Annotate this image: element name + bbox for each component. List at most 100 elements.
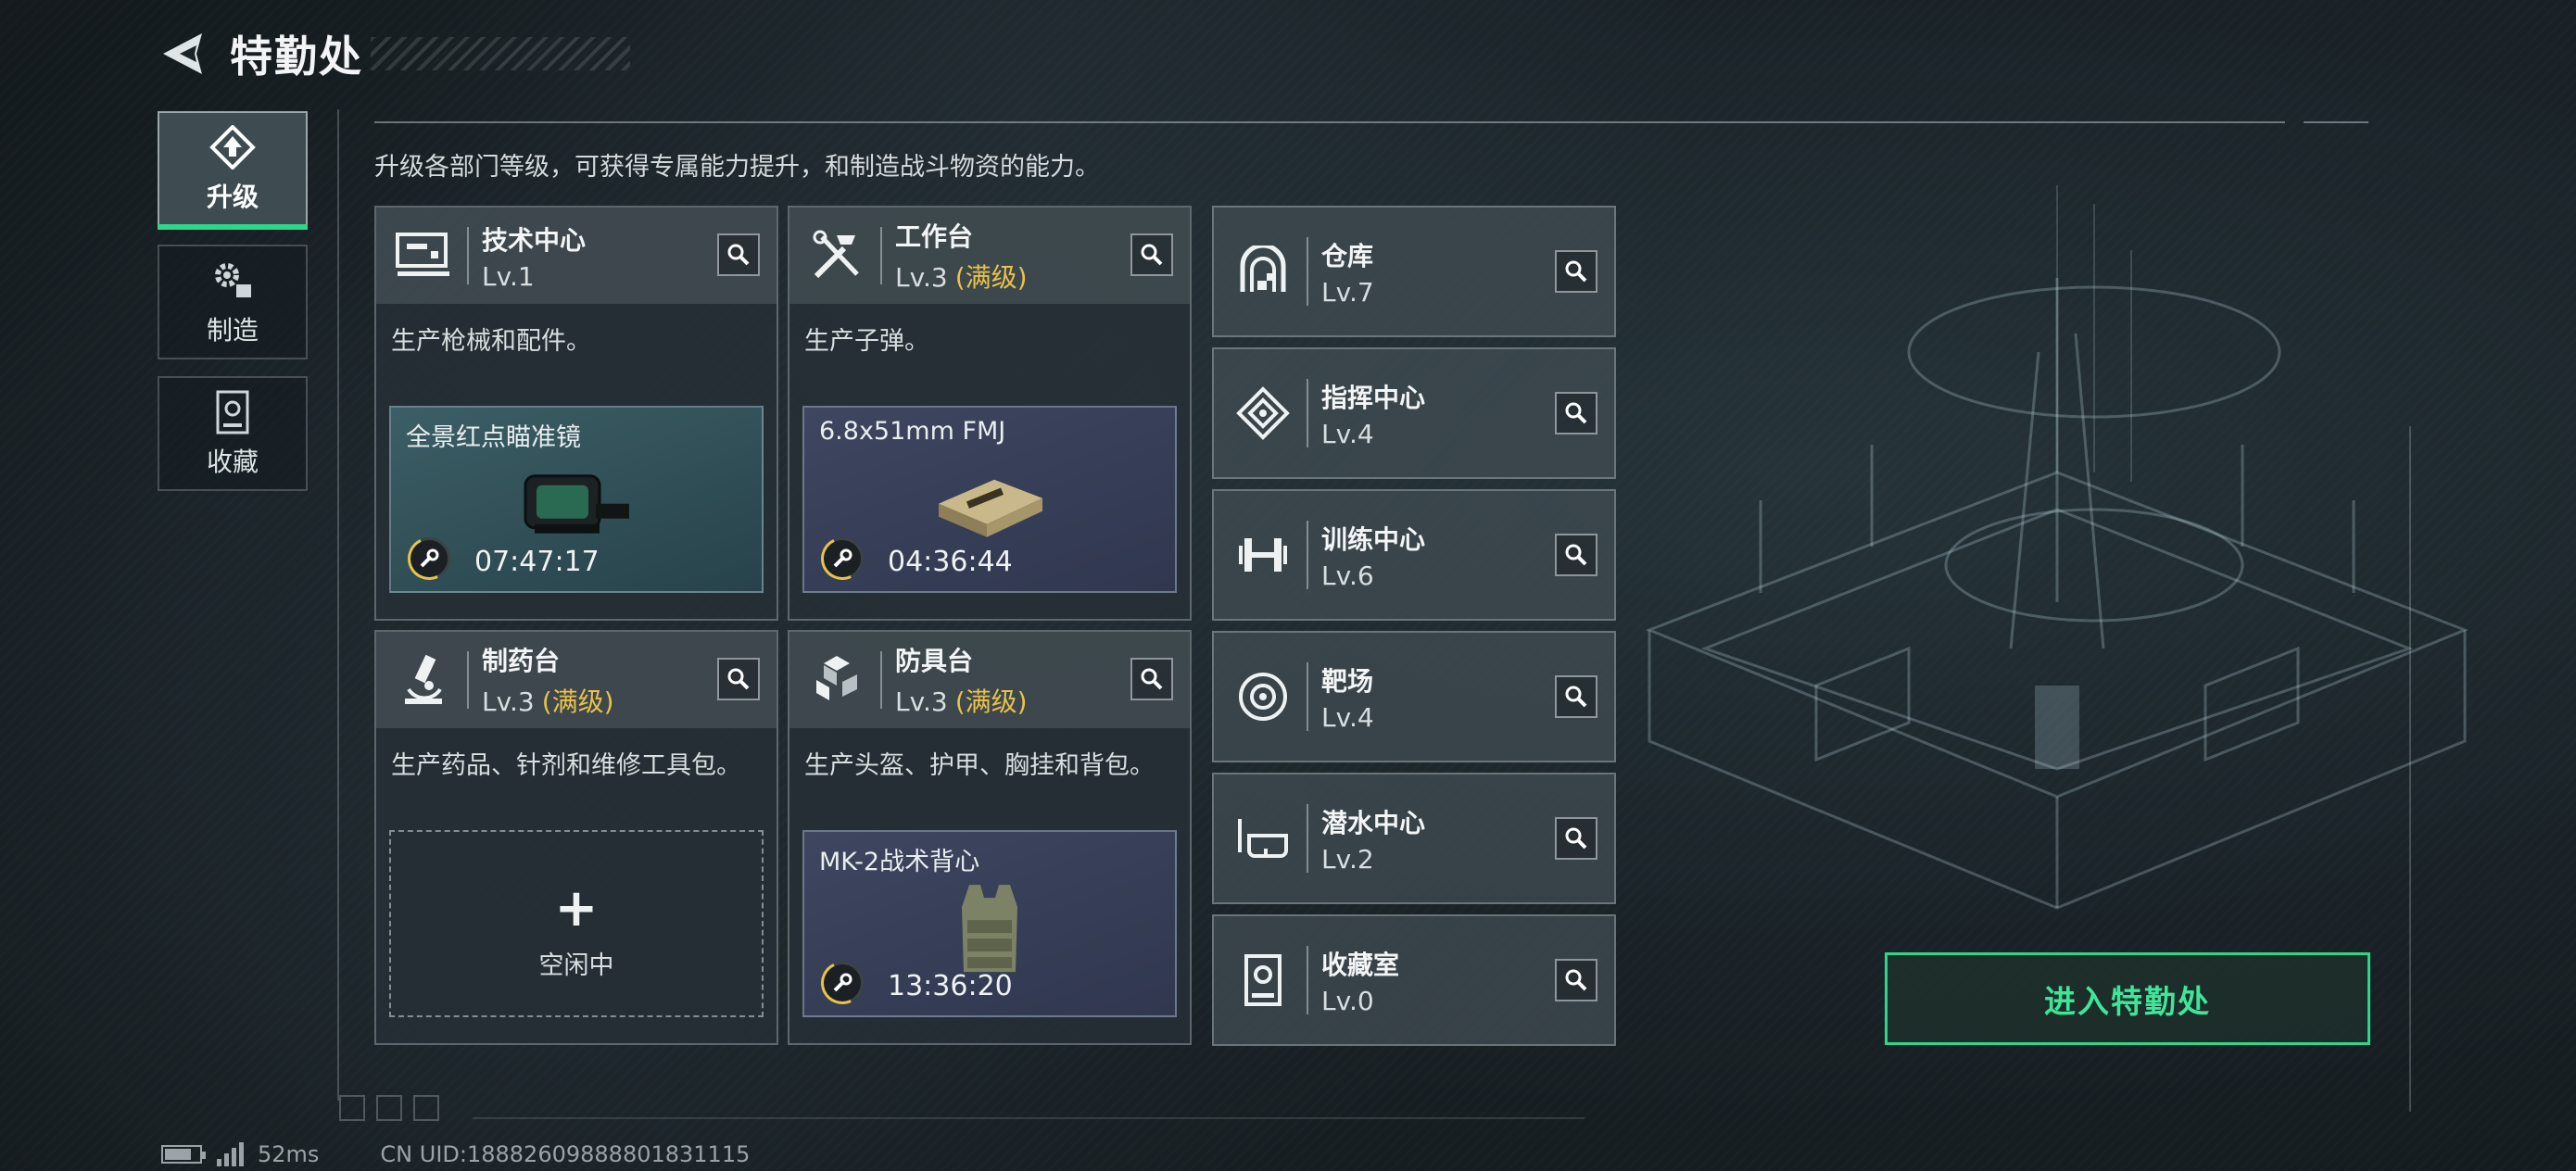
card-header: 制药台 Lv.3 (满级) (376, 632, 777, 728)
facility-card-diving-center[interactable]: 潜水中心 Lv.2 (1212, 773, 1616, 904)
facility-description: 生产枪械和配件。 (391, 327, 591, 356)
facility-level: Lv.4 (1321, 418, 1374, 449)
facility-level: Lv.1 (482, 260, 535, 292)
header-separator (880, 227, 882, 284)
diving-mask-icon (1229, 804, 1297, 873)
back-button[interactable] (158, 30, 206, 78)
inspect-button[interactable] (1555, 817, 1597, 860)
decor-square (413, 1095, 439, 1121)
inspect-button[interactable] (717, 233, 760, 276)
right-frame-line (2409, 426, 2411, 1112)
facility-card-training-center[interactable]: 训练中心 Lv.6 (1212, 489, 1616, 621)
command-icon (1229, 379, 1297, 447)
inspect-button[interactable] (1130, 233, 1173, 276)
production-timer: 13:36:20 (888, 970, 1013, 1002)
wrench-progress-icon (408, 537, 450, 580)
header-separator (1307, 662, 1308, 731)
header-separator (1307, 237, 1308, 306)
decor-square (339, 1095, 365, 1121)
search-icon (1141, 668, 1163, 690)
inspect-button[interactable] (1555, 959, 1597, 1001)
facility-description: 生产头盔、护甲、胸挂和背包。 (804, 751, 1155, 780)
ammo-box-icon (929, 467, 1050, 545)
facility-card-command-center[interactable]: 指挥中心 Lv.4 (1212, 347, 1616, 479)
production-slot[interactable]: 6.8x51mm FMJ 04:36:44 (802, 406, 1177, 593)
enter-button-label: 进入特勤处 (2044, 983, 2211, 1021)
signal-icon (217, 1142, 244, 1166)
header-separator (880, 651, 882, 709)
decor-square (376, 1095, 402, 1121)
facility-card-tech-center: 技术中心 Lv.1 生产枪械和配件。 全景红点瞄准镜 07:47:17 (374, 206, 778, 621)
back-arrow-icon (163, 33, 202, 74)
inspect-button[interactable] (1555, 392, 1597, 434)
search-icon (1141, 244, 1163, 266)
header-separator (467, 651, 469, 709)
header-separator (1307, 946, 1308, 1014)
search-icon (727, 668, 750, 690)
item-name: 6.8x51mm FMJ (819, 417, 1006, 446)
inspect-button[interactable] (1555, 534, 1597, 576)
facility-level: Lv.3 (满级) (482, 686, 614, 717)
facility-card-collection-room[interactable]: 收藏室 Lv.0 (1212, 914, 1616, 1046)
page-title: 特勤处 (230, 31, 363, 82)
collection-icon (214, 388, 251, 436)
search-icon (1565, 260, 1587, 283)
red-dot-sight-icon (516, 467, 637, 545)
facility-card-workbench: 工作台 Lv.3 (满级) 生产子弹。 6.8x51mm FMJ 04:36:44 (788, 206, 1192, 621)
card-header: 防具台 Lv.3 (满级) (789, 632, 1190, 728)
production-slot[interactable]: 全景红点瞄准镜 07:47:17 (389, 406, 764, 593)
production-timer: 07:47:17 (474, 546, 600, 578)
facility-level: Lv.6 (1321, 560, 1374, 591)
microscope-icon (389, 646, 458, 714)
item-name: 全景红点瞄准镜 (406, 423, 581, 452)
tab-craft[interactable]: 制造 (158, 245, 308, 359)
upgrade-icon (208, 123, 257, 171)
facility-level: Lv.4 (1321, 701, 1374, 733)
dumbbell-icon (1229, 521, 1297, 589)
tab-upgrade[interactable]: 升级 (158, 111, 308, 230)
production-timer: 04:36:44 (888, 546, 1013, 578)
search-icon (1565, 686, 1587, 708)
target-icon (1229, 662, 1297, 731)
facility-name: 指挥中心 (1321, 382, 1426, 413)
facility-card-shooting-range[interactable]: 靶场 Lv.4 (1212, 631, 1616, 762)
inspect-button[interactable] (1130, 658, 1173, 700)
inspect-button[interactable] (1555, 250, 1597, 293)
search-icon (727, 244, 750, 266)
facility-level: Lv.3 (满级) (895, 686, 1028, 717)
empty-production-slot[interactable]: + 空闲中 (389, 830, 764, 1017)
add-icon: + (554, 878, 599, 938)
inspect-button[interactable] (1555, 675, 1597, 718)
battery-icon (161, 1145, 206, 1164)
wrench-progress-icon (821, 537, 864, 580)
production-slot[interactable]: MK-2战术背心 13:36:20 (802, 830, 1177, 1017)
card-header: 技术中心 Lv.1 (376, 208, 777, 304)
facility-card-warehouse[interactable]: 仓库 Lv.7 (1212, 206, 1616, 337)
facility-name: 收藏室 (1321, 949, 1400, 980)
tab-label: 升级 (206, 182, 259, 212)
header-separator (1307, 379, 1308, 447)
facility-name: 靶场 (1321, 665, 1374, 697)
idle-label: 空闲中 (538, 951, 614, 980)
user-uid: CN UID:18882609888801831115 (380, 1141, 751, 1167)
tab-collection[interactable]: 收藏 (158, 376, 308, 491)
search-icon (1565, 827, 1587, 850)
header: 特勤处 (158, 26, 630, 82)
facility-name: 制药台 (482, 646, 561, 676)
enter-special-ops-button[interactable]: 进入特勤处 (1885, 952, 2370, 1045)
search-icon (1565, 544, 1587, 566)
facility-name: 训练中心 (1321, 523, 1426, 555)
facility-name: 潜水中心 (1321, 807, 1426, 838)
base-wireframe-illustration (1645, 185, 2469, 910)
facility-level: Lv.3 (满级) (895, 262, 1028, 293)
cubes-icon (802, 646, 871, 714)
tools-icon (802, 221, 871, 290)
search-icon (1565, 402, 1587, 424)
facility-name: 工作台 (895, 221, 974, 252)
header-separator (467, 227, 469, 284)
inspect-button[interactable] (717, 658, 760, 700)
tab-label: 收藏 (206, 447, 259, 477)
collection-room-icon (1229, 946, 1297, 1014)
item-name: MK-2战术背心 (819, 848, 980, 876)
gears-icon (210, 257, 255, 305)
